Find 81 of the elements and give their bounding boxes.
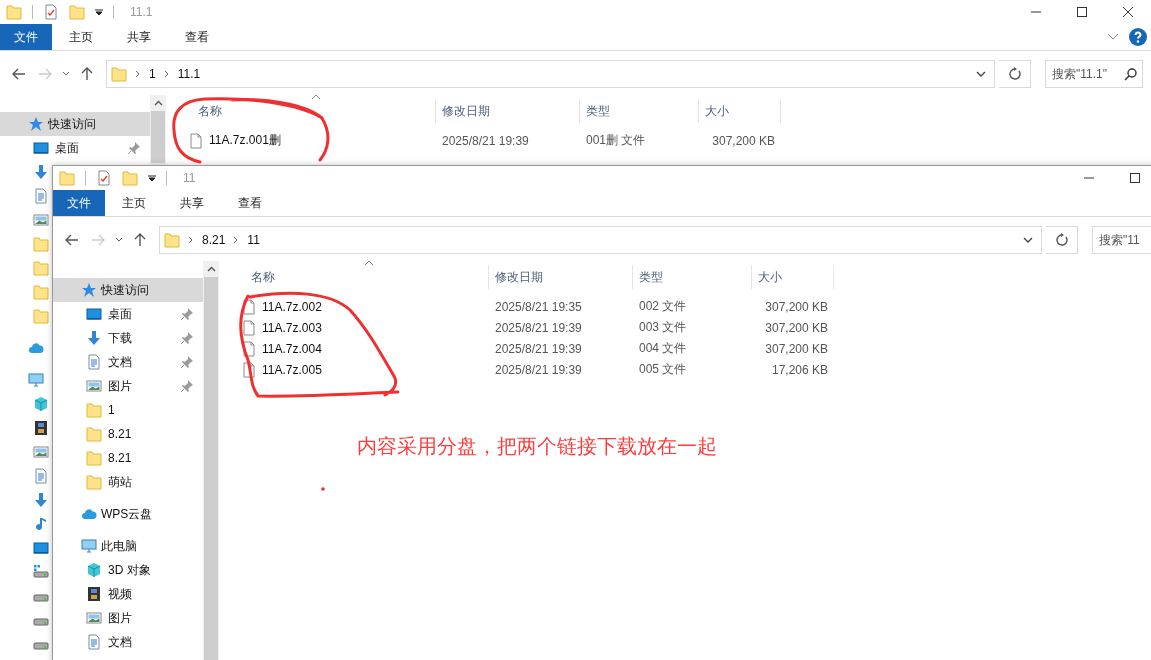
ribbon-tab[interactable]: 查看 bbox=[221, 190, 279, 216]
sidebar-label: 萌站 bbox=[108, 473, 132, 491]
sidebar-item[interactable]: 图片 bbox=[53, 374, 203, 398]
ribbon-tab[interactable]: 文件 bbox=[0, 24, 52, 50]
sidebar-label: 此电脑 bbox=[101, 537, 137, 555]
breadcrumb[interactable]: 11 bbox=[247, 233, 260, 247]
table-cell-text: 002 文件 bbox=[638, 298, 688, 315]
sidebar-label: 桌面 bbox=[55, 139, 79, 157]
sidebar-label: 快速访问 bbox=[48, 115, 96, 133]
address-bar[interactable]: 8.21 11 bbox=[159, 226, 1042, 254]
column-header[interactable]: 名称 bbox=[176, 99, 436, 123]
search-field[interactable]: 搜索"11 bbox=[1092, 226, 1151, 254]
sidebar-item[interactable]: 下载 bbox=[53, 326, 203, 350]
sidebar-item[interactable]: 萌站 bbox=[53, 470, 203, 494]
sidebar-item[interactable]: 此电脑 bbox=[53, 534, 203, 558]
sidebar-item[interactable]: 快速访问 bbox=[53, 278, 203, 302]
sidebar-label: 8.21 bbox=[108, 451, 132, 465]
sidebar-item[interactable]: 1 bbox=[53, 398, 203, 422]
sidebar-label: 文档 bbox=[108, 633, 132, 651]
sidebar-label: 桌面 bbox=[108, 305, 132, 323]
table-cell-text: 003 文件 bbox=[638, 319, 688, 336]
table-cell-text: 2025/8/21 19:39 bbox=[494, 362, 583, 377]
sidebar-item[interactable]: 文档 bbox=[53, 630, 203, 654]
breadcrumb[interactable]: 8.21 bbox=[202, 233, 226, 247]
table-cell-text: 307,200 KB bbox=[764, 341, 829, 356]
sidebar-label: 快速访问 bbox=[101, 281, 149, 299]
table-cell-text: 005 文件 bbox=[638, 361, 688, 378]
column-header[interactable]: 名称 bbox=[229, 265, 489, 289]
table-cell-text: 2025/8/21 19:35 bbox=[494, 299, 583, 314]
file-name[interactable]: 11A.7z.005 bbox=[262, 362, 322, 377]
table-cell-text: 307,200 KB bbox=[764, 320, 829, 335]
ribbon-tab[interactable]: 共享 bbox=[110, 24, 168, 50]
window-title: 11.1 bbox=[130, 5, 153, 19]
annotation-note: 内容采用分盘，把两个链接下载放在一起 bbox=[357, 434, 717, 459]
column-header[interactable]: 修改日期 bbox=[489, 265, 633, 289]
sidebar-label: 1 bbox=[108, 403, 115, 417]
sidebar-item[interactable]: 图片 bbox=[53, 606, 203, 630]
sidebar-item[interactable]: 8.21 bbox=[53, 422, 203, 446]
sidebar-item[interactable]: 3D 对象 bbox=[53, 558, 203, 582]
sidebar-label: 下载 bbox=[108, 329, 132, 347]
table-cell-text: 001删 文件 bbox=[585, 132, 647, 149]
column-header[interactable]: 类型 bbox=[633, 265, 752, 289]
table-cell-text: 2025/8/21 19:39 bbox=[494, 341, 583, 356]
ribbon-tab[interactable]: 共享 bbox=[163, 190, 221, 216]
sidebar-item[interactable]: 视频 bbox=[53, 582, 203, 606]
file-name[interactable]: 11A.7z.003 bbox=[262, 320, 322, 335]
column-header[interactable]: 大小 bbox=[699, 99, 781, 123]
table-cell-text: 2025/8/21 19:39 bbox=[494, 320, 583, 335]
table-cell-text: 17,206 KB bbox=[770, 362, 829, 377]
file-name[interactable]: 11A.7z.001删 bbox=[209, 132, 281, 149]
breadcrumb[interactable]: 1 bbox=[149, 67, 156, 81]
sidebar-item[interactable]: 桌面 bbox=[0, 136, 150, 160]
sidebar-label: WPS云盘 bbox=[101, 505, 153, 523]
sidebar-label: 8.21 bbox=[108, 427, 132, 441]
table-cell-text: 2025/8/21 19:39 bbox=[441, 133, 530, 148]
breadcrumb[interactable]: 11.1 bbox=[177, 67, 201, 81]
file-name[interactable]: 11A.7z.002 bbox=[262, 299, 322, 314]
sidebar-label: 图片 bbox=[108, 377, 132, 395]
file-name[interactable]: 11A.7z.004 bbox=[262, 341, 322, 356]
ribbon-tab[interactable]: 文件 bbox=[53, 190, 105, 216]
column-header[interactable]: 修改日期 bbox=[436, 99, 580, 123]
sidebar-item[interactable]: WPS云盘 bbox=[53, 502, 203, 526]
table-cell-text: 307,200 KB bbox=[764, 299, 829, 314]
sidebar-label: 3D 对象 bbox=[108, 561, 151, 579]
table-cell-text: 307,200 KB bbox=[711, 133, 776, 148]
sidebar-item[interactable]: 8.21 bbox=[53, 446, 203, 470]
sidebar-item[interactable]: 文档 bbox=[53, 350, 203, 374]
sidebar-label: 视频 bbox=[108, 585, 132, 603]
ribbon-tab[interactable]: 主页 bbox=[52, 24, 110, 50]
ribbon-tab[interactable]: 主页 bbox=[105, 190, 163, 216]
sidebar-label: 图片 bbox=[108, 609, 132, 627]
address-bar[interactable]: 1 11.1 bbox=[106, 60, 995, 88]
ribbon-tab[interactable]: 查看 bbox=[168, 24, 226, 50]
sidebar-item[interactable]: 快速访问 bbox=[0, 112, 150, 136]
column-header[interactable]: 类型 bbox=[580, 99, 699, 123]
table-cell-text: 004 文件 bbox=[638, 340, 688, 357]
sidebar-label: 文档 bbox=[108, 353, 132, 371]
sidebar-item[interactable]: 桌面 bbox=[53, 302, 203, 326]
window-title: 11 bbox=[183, 171, 196, 185]
search-field[interactable]: 搜索"11.1" bbox=[1045, 60, 1143, 88]
column-header[interactable]: 大小 bbox=[752, 265, 834, 289]
